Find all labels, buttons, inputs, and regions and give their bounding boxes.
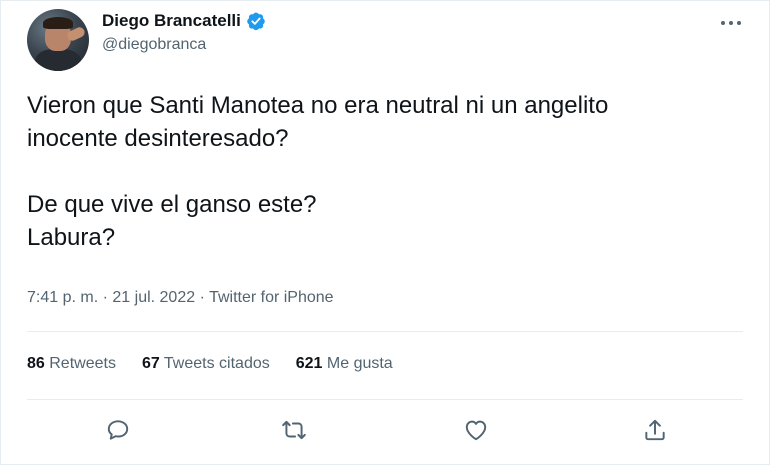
- likes-stat[interactable]: 621 Me gusta: [296, 355, 393, 373]
- avatar[interactable]: [27, 9, 89, 71]
- tweet-actions: [1, 413, 769, 449]
- meta-separator: ·: [199, 289, 205, 306]
- tweet-text-line: inocente desinteresado?: [27, 125, 289, 152]
- retweets-stat[interactable]: 86 Retweets: [27, 355, 116, 373]
- meta-separator: ·: [102, 289, 108, 306]
- display-name[interactable]: Diego Brancatelli: [102, 11, 241, 31]
- reply-icon[interactable]: [105, 417, 133, 445]
- tweet-source[interactable]: Twitter for iPhone: [209, 289, 334, 306]
- likes-label: Me gusta: [326, 355, 393, 372]
- tweet-header: Diego Brancatelli @diegobranca: [27, 9, 266, 71]
- tweet-meta: 7:41 p. m. · 21 jul. 2022 · Twitter for …: [27, 289, 334, 307]
- retweets-label: Retweets: [49, 355, 116, 372]
- verified-badge-icon: [246, 11, 266, 31]
- tweet-date[interactable]: 21 jul. 2022: [112, 289, 195, 306]
- author-names: Diego Brancatelli @diegobranca: [102, 11, 266, 54]
- quotes-stat[interactable]: 67 Tweets citados: [142, 355, 270, 373]
- retweets-count: 86: [27, 355, 45, 372]
- tweet-stats: 86 Retweets 67 Tweets citados 621 Me gus…: [27, 355, 419, 373]
- tweet-card: Diego Brancatelli @diegobranca Vieron qu…: [0, 0, 770, 465]
- tweet-text-line: Labura?: [27, 224, 116, 251]
- author-handle[interactable]: @diegobranca: [102, 36, 266, 54]
- tweet-text-line: Vieron que Santi Manotea no era neutral …: [27, 92, 609, 119]
- retweet-icon[interactable]: [281, 417, 309, 445]
- divider: [27, 399, 743, 400]
- tweet-time[interactable]: 7:41 p. m.: [27, 289, 98, 306]
- tweet-text: Vieron que Santi Manotea no era neutral …: [27, 89, 747, 254]
- divider: [27, 331, 743, 332]
- heart-icon[interactable]: [463, 417, 491, 445]
- share-icon[interactable]: [642, 417, 670, 445]
- quotes-count: 67: [141, 355, 160, 372]
- likes-count: 621: [295, 355, 323, 372]
- tweet-text-line: De que vive el ganso este?: [27, 191, 317, 218]
- quotes-label: Tweets citados: [163, 355, 270, 372]
- more-horizontal-icon[interactable]: [719, 15, 743, 31]
